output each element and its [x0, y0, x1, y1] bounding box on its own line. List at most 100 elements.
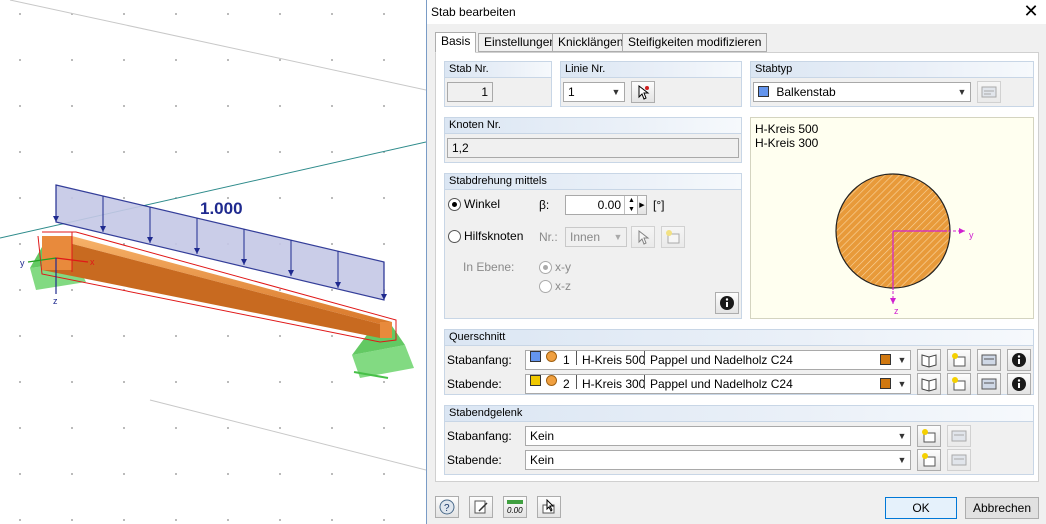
edit-dialog-icon: [981, 354, 997, 366]
section-start-nr: 1: [563, 353, 570, 367]
beta-input[interactable]: 0.00 ▲ ▼: [565, 195, 639, 215]
units-decimal-icon: 0.00: [507, 500, 523, 515]
section-start-info-button[interactable]: [1007, 349, 1031, 371]
cross-section-preview: H-Kreis 500 H-Kreis 300 y z: [750, 117, 1034, 319]
comment-button[interactable]: [469, 496, 493, 518]
edit-stabtyp-button[interactable]: [977, 81, 1001, 103]
stabtyp-select[interactable]: Balkenstab ▼: [753, 82, 971, 102]
group-header: Querschnitt: [445, 330, 1033, 346]
edit-dialog-icon: [981, 378, 997, 390]
tab-basis[interactable]: Basis: [435, 32, 477, 53]
info-icon: [1012, 353, 1026, 367]
beta-arrow-button[interactable]: ▶: [637, 195, 647, 215]
new-item-icon: [922, 453, 936, 467]
group-header: Stabendgelenk: [445, 406, 1033, 422]
plane-xy-label: x-y: [555, 260, 571, 274]
stab-nr-field[interactable]: 1: [447, 82, 493, 102]
library-book-icon: [921, 354, 937, 368]
chevron-down-icon: ▼: [897, 379, 907, 389]
plane-xz-radio[interactable]: [539, 280, 552, 293]
winkel-radio[interactable]: [448, 198, 461, 211]
chevron-down-icon: ▼: [897, 455, 907, 465]
section-start-name: H-Kreis 500: [582, 353, 646, 367]
info-icon: [720, 296, 734, 310]
plane-xz-label: x-z: [555, 279, 571, 293]
stabende-label: Stabende:: [447, 377, 502, 391]
pick-node-button[interactable]: [631, 226, 655, 248]
section-start-library-button[interactable]: [917, 349, 941, 371]
hinge-end-new-button[interactable]: [917, 449, 941, 471]
edit-dialog-icon: [951, 430, 967, 442]
ok-button[interactable]: OK: [885, 497, 957, 519]
hilfsknoten-value: Innen: [570, 230, 601, 244]
tab-panel-basis: Stab Nr. 1 Linie Nr. 1 ▼ Stabtyp Balkens…: [435, 52, 1039, 482]
play-arrow-icon: ▶: [639, 202, 645, 209]
edit-dialog-icon: [951, 454, 967, 466]
units-button[interactable]: 0.00: [503, 496, 527, 518]
pick-pointer-icon: [542, 499, 555, 514]
axis-z-label: z: [53, 296, 58, 306]
hinge-end-value: Kein: [530, 453, 555, 467]
plane-xy-radio[interactable]: [539, 261, 552, 274]
hinge-end-edit-button[interactable]: [947, 449, 971, 471]
group-header: Stabdrehung mittels: [445, 174, 741, 190]
section-end-nr: 2: [563, 377, 570, 391]
section-end-new-button[interactable]: [947, 373, 971, 395]
group-linie-nr: Linie Nr. 1 ▼: [560, 61, 742, 107]
model-canvas[interactable]: 1.000 x y z: [0, 0, 427, 524]
load-value-label: 1.000: [200, 199, 243, 218]
nr-label: Nr.:: [539, 230, 558, 244]
section-start-material: Pappel und Nadelholz C24: [650, 353, 793, 367]
model-viewport[interactable]: 1.000 x y z: [0, 0, 427, 524]
section-end-material: Pappel und Nadelholz C24: [650, 377, 793, 391]
close-icon[interactable]: ✕: [1021, 1, 1041, 21]
beta-unit-label: [°]: [653, 198, 665, 212]
beta-spinner[interactable]: ▲ ▼: [624, 196, 638, 214]
group-stabendgelenk: Stabendgelenk Stabanfang: Kein ▼ Stabend…: [444, 405, 1034, 475]
info-button[interactable]: [715, 292, 739, 314]
chevron-down-icon: ▼: [957, 87, 967, 97]
tab-steifigkeiten[interactable]: Steifigkeiten modifizieren: [622, 33, 768, 52]
hilfsknoten-select[interactable]: Innen ▼: [565, 227, 627, 247]
section-end-edit-button[interactable]: [977, 373, 1001, 395]
new-node-button[interactable]: [661, 226, 685, 248]
section-round-icon: [546, 375, 557, 386]
hinge-start-select[interactable]: Kein ▼: [525, 426, 911, 446]
tab-knicklaengen[interactable]: Knicklängen: [552, 33, 630, 52]
section-end-name: H-Kreis 300: [582, 377, 646, 391]
tab-einstellungen[interactable]: Einstellungen: [478, 33, 563, 52]
pick-line-button[interactable]: [631, 81, 655, 103]
linie-nr-select[interactable]: 1 ▼: [563, 82, 625, 102]
section-round-icon: [546, 351, 557, 362]
chevron-down-icon: ▼: [611, 87, 621, 97]
section-start-select[interactable]: 1 H-Kreis 500 Pappel und Nadelholz C24 ▼: [525, 350, 911, 370]
section-color-swatch: [530, 351, 541, 362]
dialog-titlebar[interactable]: Stab bearbeiten ✕: [427, 0, 1046, 24]
new-item-icon: [952, 377, 966, 391]
new-item-icon: [922, 429, 936, 443]
hilfsknoten-label: Hilfsknoten: [464, 229, 524, 243]
group-header: Stabtyp: [751, 62, 1033, 78]
stabanfang-label: Stabanfang:: [447, 353, 512, 367]
hinge-start-label: Stabanfang:: [447, 429, 512, 443]
new-item-icon: [666, 230, 680, 244]
new-item-icon: [952, 353, 966, 367]
help-button[interactable]: ?: [435, 496, 459, 518]
hinge-start-new-button[interactable]: [917, 425, 941, 447]
section-start-edit-button[interactable]: [977, 349, 1001, 371]
section-end-library-button[interactable]: [917, 373, 941, 395]
section-start-new-button[interactable]: [947, 349, 971, 371]
knoten-nr-field[interactable]: 1,2: [447, 138, 739, 158]
section-end-info-button[interactable]: [1007, 373, 1031, 395]
hinge-end-select[interactable]: Kein ▼: [525, 450, 911, 470]
group-stabdrehung: Stabdrehung mittels Winkel β: 0.00 ▲ ▼ ▶ …: [444, 173, 742, 319]
linie-nr-value: 1: [568, 85, 575, 99]
section-end-select[interactable]: 2 H-Kreis 300 Pappel und Nadelholz C24 ▼: [525, 374, 911, 394]
pick-graphic-button[interactable]: [537, 496, 561, 518]
hinge-start-edit-button[interactable]: [947, 425, 971, 447]
library-book-icon: [921, 378, 937, 392]
group-stabtyp: Stabtyp Balkenstab ▼: [750, 61, 1034, 107]
hilfsknoten-radio[interactable]: [448, 230, 461, 243]
hinge-start-value: Kein: [530, 429, 555, 443]
cancel-button[interactable]: Abbrechen: [965, 497, 1039, 519]
